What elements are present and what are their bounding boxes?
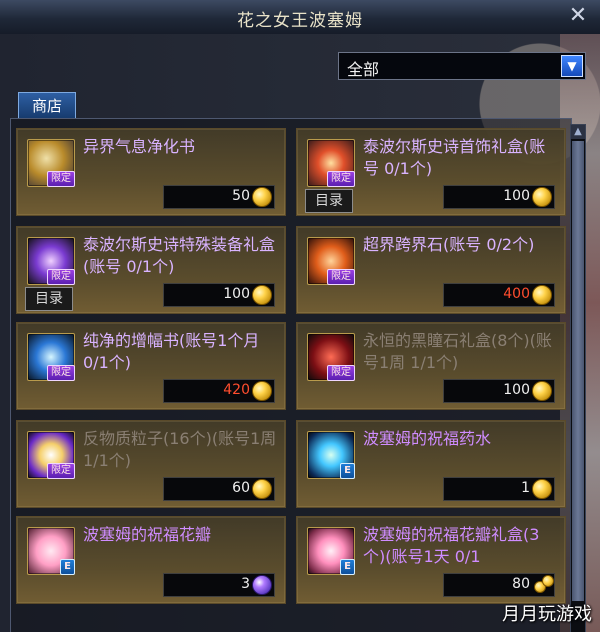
limited-badge: 限定 — [327, 171, 355, 187]
item-price: 100 — [503, 382, 530, 398]
purification-book-icon: 限定 — [27, 139, 75, 187]
gold-coin-icon — [252, 381, 272, 401]
item-price: 3 — [241, 576, 250, 592]
tab-shop[interactable]: 商店 — [18, 92, 76, 119]
purple-coin-icon — [252, 575, 272, 595]
shop-item[interactable]: 限定 纯净的增幅书(账号1个月 0/1个) 420 — [16, 322, 286, 410]
category-dropdown[interactable]: 全部 ▼ — [338, 52, 586, 80]
item-name: 波塞姆的祝福花瓣礼盒(3个)(账号1天 0/1 — [363, 525, 540, 566]
price-box: 400 — [443, 283, 555, 307]
item-price: 100 — [503, 188, 530, 204]
gold-coin-icon — [252, 285, 272, 305]
shop-item[interactable]: 限定 超界跨界石(账号 0/2个) 400 — [296, 226, 566, 314]
item-name: 异界气息净化书 — [83, 137, 196, 156]
shop-item[interactable]: 限定 异界气息净化书 50 — [16, 128, 286, 216]
catalog-button[interactable]: 目录 — [25, 287, 73, 311]
shop-item[interactable]: 限定 永恒的黑瞳石礼盒(8个)(账号1周 1/1个) 100 — [296, 322, 566, 410]
limited-badge: 限定 — [327, 365, 355, 381]
gold-coin-cluster-icon — [534, 575, 554, 593]
shop-item[interactable]: 限定 目录 泰波尔斯史诗首饰礼盒(账号 0/1个) 100 — [296, 128, 566, 216]
item-name: 超界跨界石(账号 0/2个) — [363, 235, 535, 254]
limited-badge: 限定 — [47, 365, 75, 381]
catalog-button[interactable]: 目录 — [305, 189, 353, 213]
blessing-petal-icon: E — [27, 527, 75, 575]
item-list-scrollbar[interactable]: ▲ — [570, 124, 586, 632]
item-price: 420 — [223, 382, 250, 398]
blessing-petal-gift-box-icon: E — [307, 527, 355, 575]
exchangeable-badge: E — [340, 463, 355, 479]
accessory-gift-box-icon: 限定 — [307, 139, 355, 187]
antimatter-particle-icon: 限定 — [27, 431, 75, 479]
black-pupil-stone-box-icon: 限定 — [307, 333, 355, 381]
item-name: 永恒的黑瞳石礼盒(8个)(账号1周 1/1个) — [363, 331, 552, 372]
close-icon[interactable]: ✕ — [564, 2, 592, 30]
gold-coin-icon — [252, 187, 272, 207]
price-box: 80 — [443, 573, 555, 597]
price-box: 60 — [163, 477, 275, 501]
exchangeable-badge: E — [60, 559, 75, 575]
price-box: 100 — [163, 283, 275, 307]
special-equipment-box-icon: 限定 — [27, 237, 75, 285]
price-box: 50 — [163, 185, 275, 209]
scroll-up-icon[interactable]: ▲ — [571, 125, 585, 139]
gold-coin-icon — [532, 479, 552, 499]
item-name: 波塞姆的祝福花瓣 — [83, 525, 212, 544]
amplification-book-icon: 限定 — [27, 333, 75, 381]
item-price: 50 — [232, 188, 250, 204]
shop-item[interactable]: E 波塞姆的祝福药水 1 — [296, 420, 566, 508]
price-box: 100 — [443, 185, 555, 209]
gold-coin-icon — [252, 479, 272, 499]
shop-item[interactable]: E 波塞姆的祝福花瓣礼盒(3个)(账号1天 0/1 80 — [296, 516, 566, 604]
item-name: 泰波尔斯史诗特殊装备礼盒(账号 0/1个) — [83, 235, 276, 276]
item-price: 100 — [223, 286, 250, 302]
crossing-stone-icon: 限定 — [307, 237, 355, 285]
limited-badge: 限定 — [47, 463, 75, 479]
limited-badge: 限定 — [47, 171, 75, 187]
blessing-potion-icon: E — [307, 431, 355, 479]
price-box: 3 — [163, 573, 275, 597]
window-titlebar: 花之女王波塞姆 ✕ — [0, 0, 600, 35]
item-name: 反物质粒子(16个)(账号1周 1/1个) — [83, 429, 277, 470]
price-box: 420 — [163, 379, 275, 403]
limited-badge: 限定 — [327, 269, 355, 285]
category-dropdown-value: 全部 — [347, 60, 380, 79]
item-price: 60 — [232, 480, 250, 496]
gold-coin-icon — [532, 285, 552, 305]
shop-item[interactable]: E 波塞姆的祝福花瓣 3 — [16, 516, 286, 604]
item-name: 泰波尔斯史诗首饰礼盒(账号 0/1个) — [363, 137, 546, 178]
item-name: 纯净的增幅书(账号1个月 0/1个) — [83, 331, 260, 372]
shop-item[interactable]: 限定 反物质粒子(16个)(账号1周 1/1个) 60 — [16, 420, 286, 508]
item-price: 80 — [512, 576, 530, 592]
gold-coin-icon — [532, 381, 552, 401]
exchangeable-badge: E — [340, 559, 355, 575]
shop-item[interactable]: 限定 目录 泰波尔斯史诗特殊装备礼盒(账号 0/1个) 100 — [16, 226, 286, 314]
price-box: 1 — [443, 477, 555, 501]
scrollbar-thumb[interactable] — [572, 141, 584, 601]
item-price: 400 — [503, 286, 530, 302]
window-title: 花之女王波塞姆 — [237, 11, 363, 31]
chevron-down-icon[interactable]: ▼ — [561, 55, 583, 77]
watermark: 月月玩游戏 — [502, 604, 592, 625]
price-box: 100 — [443, 379, 555, 403]
gold-coin-icon — [532, 187, 552, 207]
item-name: 波塞姆的祝福药水 — [363, 429, 492, 448]
shop-window: 花之女王波塞姆 ✕ 全部 ▼ 商店 ▲ 限定 异界气息净化书 50 限定 目录 … — [0, 0, 600, 632]
item-price: 1 — [521, 480, 530, 496]
limited-badge: 限定 — [47, 269, 75, 285]
